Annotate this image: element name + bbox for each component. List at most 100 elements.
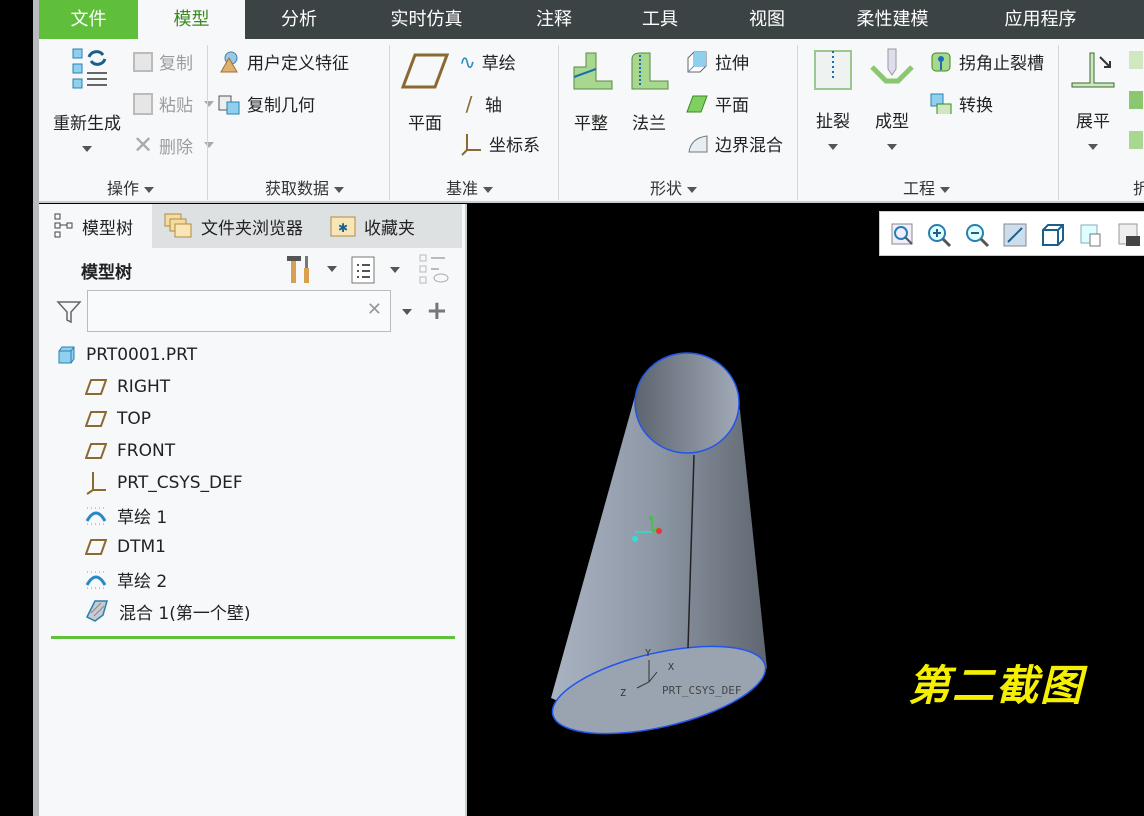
tree-search-field[interactable] [88,291,358,329]
flange-button[interactable]: 法兰 [621,49,677,134]
paste-button[interactable]: 粘贴 [133,91,214,116]
tree-item-sketch-2[interactable]: 草绘 2 [85,565,167,593]
show-button[interactable] [351,256,400,284]
group-divider [797,45,798,200]
boundary-blend-label: 边界混合 [715,136,783,156]
axis-x-label: X [668,662,674,673]
tab-annotate[interactable]: 注释 [514,0,594,39]
regenerate-button[interactable]: 重新生成 [47,47,127,154]
paste-icon [133,92,153,115]
tab-file[interactable]: 文件 [39,0,138,39]
group-operations[interactable]: 操作 [107,175,155,199]
delete-button[interactable]: ✕ 删除 [133,131,214,159]
caption-text: 第二截图 [908,661,1085,710]
tab-model[interactable]: 模型 [138,0,245,39]
tree-item-part[interactable]: PRT0001.PRT [56,341,197,369]
ribbon-tab-bar: 文件 模型 分析 实时仿真 注释 工具 视图 柔性建模 应用程序 [39,0,1144,39]
delete-icon: ✕ [133,131,154,159]
tab-label: 文件夹浏览器 [201,218,303,239]
chevron-down-icon [144,186,155,193]
sketch-icon: ∿ [459,49,476,74]
delete-label: 删除 [159,137,193,158]
panel-title: 模型树 [81,263,132,283]
group-shapes[interactable]: 形状 [650,175,698,199]
tree-item-front[interactable]: FRONT [85,437,175,465]
tree-item-label: DTM1 [117,537,166,557]
udf-label: 用户定义特征 [247,54,349,74]
tab-simulation[interactable]: 实时仿真 [369,0,484,39]
part-icon [58,346,75,364]
convert-button[interactable]: 转换 [929,91,993,116]
panel-tabs: 模型树 文件夹浏览器 ✱ 收藏夹 [39,204,462,248]
unbend-label: 展平 [1076,112,1110,132]
unbend-button[interactable]: 展平 [1065,47,1121,152]
insert-here-indicator[interactable] [51,636,455,639]
tab-favorites[interactable]: ✱ 收藏夹 [330,204,415,248]
csys-button[interactable]: 坐标系 [459,131,540,156]
tree-item-blend-1[interactable]: 混合 1(第一个壁) [85,597,250,625]
sketch-icon [85,571,107,589]
csys-icon [86,472,106,495]
extrude-button[interactable]: 拉伸 [685,49,749,74]
convert-label: 转换 [959,96,993,116]
model-viewport[interactable]: Y X Z PRT_CSYS_DEF [466,204,1144,816]
bend-tools-icons[interactable] [1129,51,1144,151]
add-filter-icon[interactable]: + [426,296,448,326]
chevron-down-icon [334,186,345,193]
tab-applications[interactable]: 应用程序 [983,0,1098,39]
chevron-down-icon [940,186,951,193]
rip-button[interactable]: 扯裂 [805,47,861,152]
group-engineering[interactable]: 工程 [903,175,951,199]
group-label: 操作 [107,179,140,198]
flat-wall-icon [573,52,613,90]
group-label: 基准 [446,179,479,198]
flat-wall-button[interactable]: 平整 [563,49,619,134]
copy-geometry-button[interactable]: 复制几何 [217,91,315,116]
tab-analysis[interactable]: 分析 [259,0,339,39]
unbend-icon [1071,52,1115,88]
sketch-button[interactable]: ∿ 草绘 [459,49,516,75]
plane-button[interactable]: 平面 [397,53,453,134]
planar-button[interactable]: 平面 [685,91,749,116]
group-datum[interactable]: 基准 [446,175,494,199]
tree-search-input[interactable]: ✕ [87,290,391,332]
extrude-icon [687,51,707,72]
tab-folder-browser[interactable]: 文件夹浏览器 [163,204,303,248]
rip-label: 扯裂 [816,112,850,132]
axis-button[interactable]: / 轴 [459,91,502,117]
copy-geometry-label: 复制几何 [247,96,315,116]
chevron-down-icon [82,146,92,152]
tab-flexible-modeling[interactable]: 柔性建模 [835,0,950,39]
tree-item-top[interactable]: TOP [85,405,151,433]
tree-item-dtm1[interactable]: DTM1 [85,533,166,561]
hide-tree-columns-icon[interactable] [419,254,449,284]
search-options-dropdown[interactable] [402,309,412,315]
copy-icon [133,51,153,72]
tree-item-right[interactable]: RIGHT [85,373,170,401]
tab-view[interactable]: 视图 [727,0,807,39]
ribbon: 重新生成 复制 粘贴 ✕ 删除 操作 用户定义特征 复制几何 获取数据 平面 ∿ 草… [39,39,1144,203]
copy-button[interactable]: 复制 [133,49,193,74]
chevron-down-icon [204,100,214,107]
planar-label: 平面 [715,96,749,116]
udf-button[interactable]: 用户定义特征 [217,49,349,74]
boundary-blend-button[interactable]: 边界混合 [685,131,783,156]
tab-model-tree[interactable]: 模型树 [39,204,152,248]
chevron-down-icon [390,267,400,273]
tree-item-csys[interactable]: PRT_CSYS_DEF [85,469,243,497]
tree-item-label: 混合 1(第一个壁) [119,603,251,624]
clear-search-icon[interactable]: ✕ [367,299,382,320]
filter-icon[interactable] [56,300,82,324]
regenerate-icon [72,48,107,89]
group-bends[interactable]: 折 [1133,175,1144,199]
corner-relief-button[interactable]: 拐角止裂槽 [929,49,1044,74]
corner-relief-label: 拐角止裂槽 [959,54,1044,74]
tree-item-sketch-1[interactable]: 草绘 1 [85,501,167,529]
settings-button[interactable] [286,254,337,284]
group-get-data[interactable]: 获取数据 [265,175,345,199]
copy-label: 复制 [159,54,193,74]
group-divider [1058,45,1059,200]
tab-tools[interactable]: 工具 [620,0,700,39]
csys-label: PRT_CSYS_DEF [662,684,741,697]
form-button[interactable]: 成型 [864,47,920,152]
